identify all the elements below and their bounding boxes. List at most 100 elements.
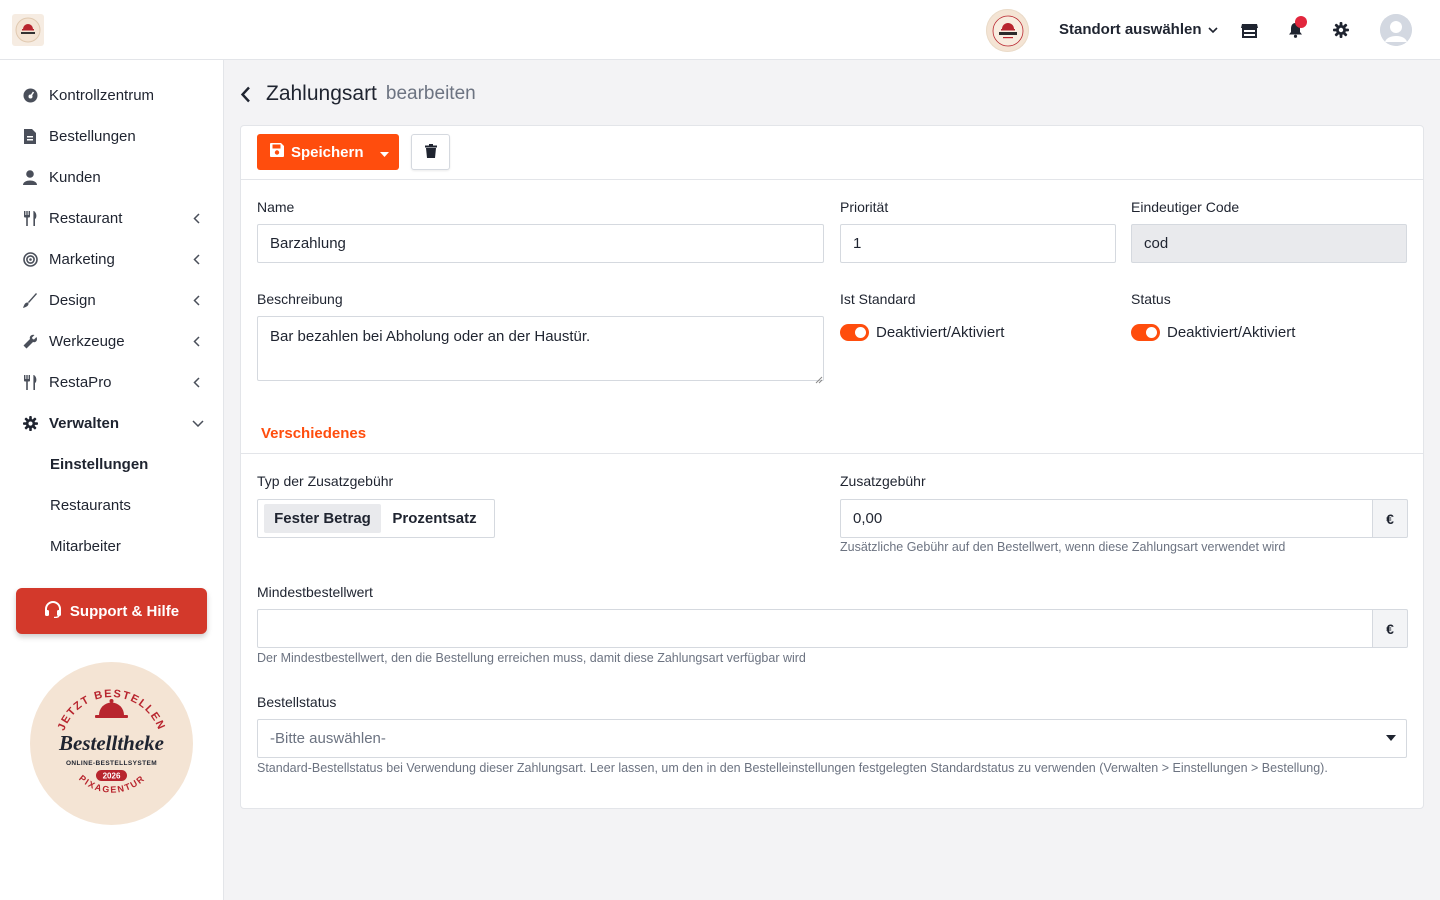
sidebar-item-design[interactable]: Design (0, 283, 223, 317)
fee-label: Zusatzgebühr (840, 473, 926, 489)
support-button-label: Support & Hilfe (69, 602, 180, 620)
chevron-left-icon (190, 334, 202, 348)
page-subtitle: bearbeiten (385, 83, 476, 104)
sidebar-item-marketing[interactable]: Marketing (0, 242, 223, 276)
store-icon[interactable] (1240, 21, 1258, 39)
toggle-switch (1131, 324, 1160, 341)
wrench-icon (22, 333, 38, 349)
sidebar-item-restapro[interactable]: RestaPro (0, 365, 223, 399)
fee-type-option-fixed[interactable]: Fester Betrag (264, 504, 381, 533)
resize-handle-icon[interactable] (815, 371, 823, 387)
code-input: cod (1131, 224, 1407, 263)
back-chevron-icon[interactable] (240, 83, 256, 105)
save-button-label: Speichern (291, 143, 364, 161)
caret-down-icon (380, 144, 389, 160)
min-order-help-text: Der Mindestbestellwert, den die Bestellu… (257, 651, 806, 665)
sidebar-item-label: Bestellungen (49, 128, 136, 145)
notification-badge (1295, 16, 1307, 28)
receipt-icon (22, 128, 38, 144)
chevron-left-icon (190, 375, 202, 389)
brush-icon (22, 292, 38, 308)
toggle-label: Deaktiviert/Aktiviert (876, 324, 1005, 341)
sidebar-item-label: Design (49, 292, 96, 309)
toggle-label: Deaktiviert/Aktiviert (1167, 324, 1296, 341)
order-status-placeholder: -Bitte auswählen- (270, 730, 386, 747)
order-status-select[interactable]: -Bitte auswählen- (257, 719, 1407, 758)
toolbar-divider (241, 179, 1423, 180)
section-title-verschiedenes: Verschiedenes (261, 425, 367, 442)
fee-help-text: Zusätzliche Gebühr auf den Bestellwert, … (840, 540, 1286, 554)
sidebar-item-werkzeuge[interactable]: Werkzeuge (0, 324, 223, 358)
location-select[interactable]: Standort auswählen (1059, 21, 1218, 38)
is-default-toggle[interactable]: Deaktiviert/Aktiviert (840, 324, 1004, 341)
app-logo[interactable] (12, 14, 44, 46)
euro-addon: € (1372, 609, 1408, 648)
target-icon (22, 251, 38, 267)
sidebar-item-kunden[interactable]: Kunden (0, 160, 223, 194)
dashboard-icon (22, 87, 38, 103)
headset-icon (44, 600, 62, 622)
sidebar-item-label: Verwalten (49, 415, 120, 432)
sidebar-item-verwalten[interactable]: Verwalten (0, 406, 223, 440)
svg-text:Bestelltheke: Bestelltheke (58, 731, 164, 755)
sidebar-subitem-restaurants[interactable]: Restaurants (50, 497, 131, 514)
location-logo (986, 9, 1029, 52)
save-button-group: Speichern (257, 134, 399, 170)
sidebar-item-label: Marketing (49, 251, 115, 268)
code-label: Eindeutiger Code (1131, 199, 1240, 215)
priority-input[interactable]: 1 (840, 224, 1116, 263)
chevron-left-icon (190, 252, 202, 266)
delete-button[interactable] (411, 134, 450, 170)
sidebar-item-kontrollzentrum[interactable]: Kontrollzentrum (0, 78, 223, 112)
sidebar-item-label: Kunden (49, 169, 101, 186)
name-label: Name (257, 199, 295, 215)
sidebar-subitem-einstellungen[interactable]: Einstellungen (50, 456, 148, 473)
sidebar-item-label: RestaPro (49, 374, 112, 391)
page-title: Zahlungsart (266, 82, 377, 105)
user-icon (22, 169, 38, 185)
min-order-input[interactable] (257, 609, 1373, 648)
gear-icon (22, 415, 38, 431)
sidebar-subitem-mitarbeiter[interactable]: Mitarbeiter (50, 538, 121, 555)
chevron-down-icon (191, 416, 205, 430)
sidebar-item-bestellungen[interactable]: Bestellungen (0, 119, 223, 153)
brand-seal-logo: JETZT BESTELLEN Bestelltheke ONLINE-BEST… (30, 662, 193, 825)
utensils-icon (22, 210, 38, 226)
utensils-icon (22, 374, 38, 390)
chevron-left-icon (190, 211, 202, 225)
status-toggle[interactable]: Deaktiviert/Aktiviert (1131, 324, 1295, 341)
description-textarea[interactable]: Bar bezahlen bei Abholung oder an der Ha… (257, 316, 824, 381)
svg-text:2026: 2026 (103, 772, 121, 781)
sidebar-item-restaurant[interactable]: Restaurant (0, 201, 223, 235)
floppy-disk-icon (270, 143, 284, 161)
fee-type-label: Typ der Zusatzgebühr (257, 473, 394, 489)
sidebar: Kontrollzentrum Bestellungen Kunden Rest… (0, 60, 224, 900)
trash-icon (424, 143, 437, 161)
payment-method-form-card: Speichern Name Barzahlung Priorität 1 Ei… (240, 125, 1424, 809)
min-order-label: Mindestbestellwert (257, 584, 373, 600)
save-button[interactable]: Speichern (257, 134, 370, 170)
description-label: Beschreibung (257, 291, 343, 307)
chevron-left-icon (190, 293, 202, 307)
fee-type-segmented-control: Fester Betrag Prozentsatz (257, 499, 495, 538)
chevron-down-icon (1207, 21, 1218, 38)
euro-addon: € (1372, 499, 1408, 538)
order-status-help-text: Standard-Bestellstatus bei Verwendung di… (257, 761, 1328, 775)
sidebar-item-label: Kontrollzentrum (49, 87, 155, 104)
sidebar-item-label: Werkzeuge (49, 333, 125, 350)
fee-type-option-percent[interactable]: Prozentsatz (382, 504, 487, 533)
priority-label: Priorität (840, 199, 889, 215)
toggle-switch (840, 324, 869, 341)
status-label: Status (1131, 291, 1171, 307)
order-status-label: Bestellstatus (257, 694, 337, 710)
support-button[interactable]: Support & Hilfe (16, 588, 207, 634)
save-dropdown-toggle[interactable] (370, 134, 399, 170)
gear-icon[interactable] (1332, 21, 1350, 39)
user-avatar[interactable] (1380, 14, 1412, 46)
fee-input[interactable]: 0,00 (840, 499, 1373, 538)
is-default-label: Ist Standard (840, 291, 916, 307)
svg-text:ONLINE-BESTELLSYSTEM: ONLINE-BESTELLSYSTEM (66, 760, 157, 767)
name-input[interactable]: Barzahlung (257, 224, 824, 263)
sidebar-item-label: Restaurant (49, 210, 123, 227)
section-divider (241, 453, 1423, 454)
